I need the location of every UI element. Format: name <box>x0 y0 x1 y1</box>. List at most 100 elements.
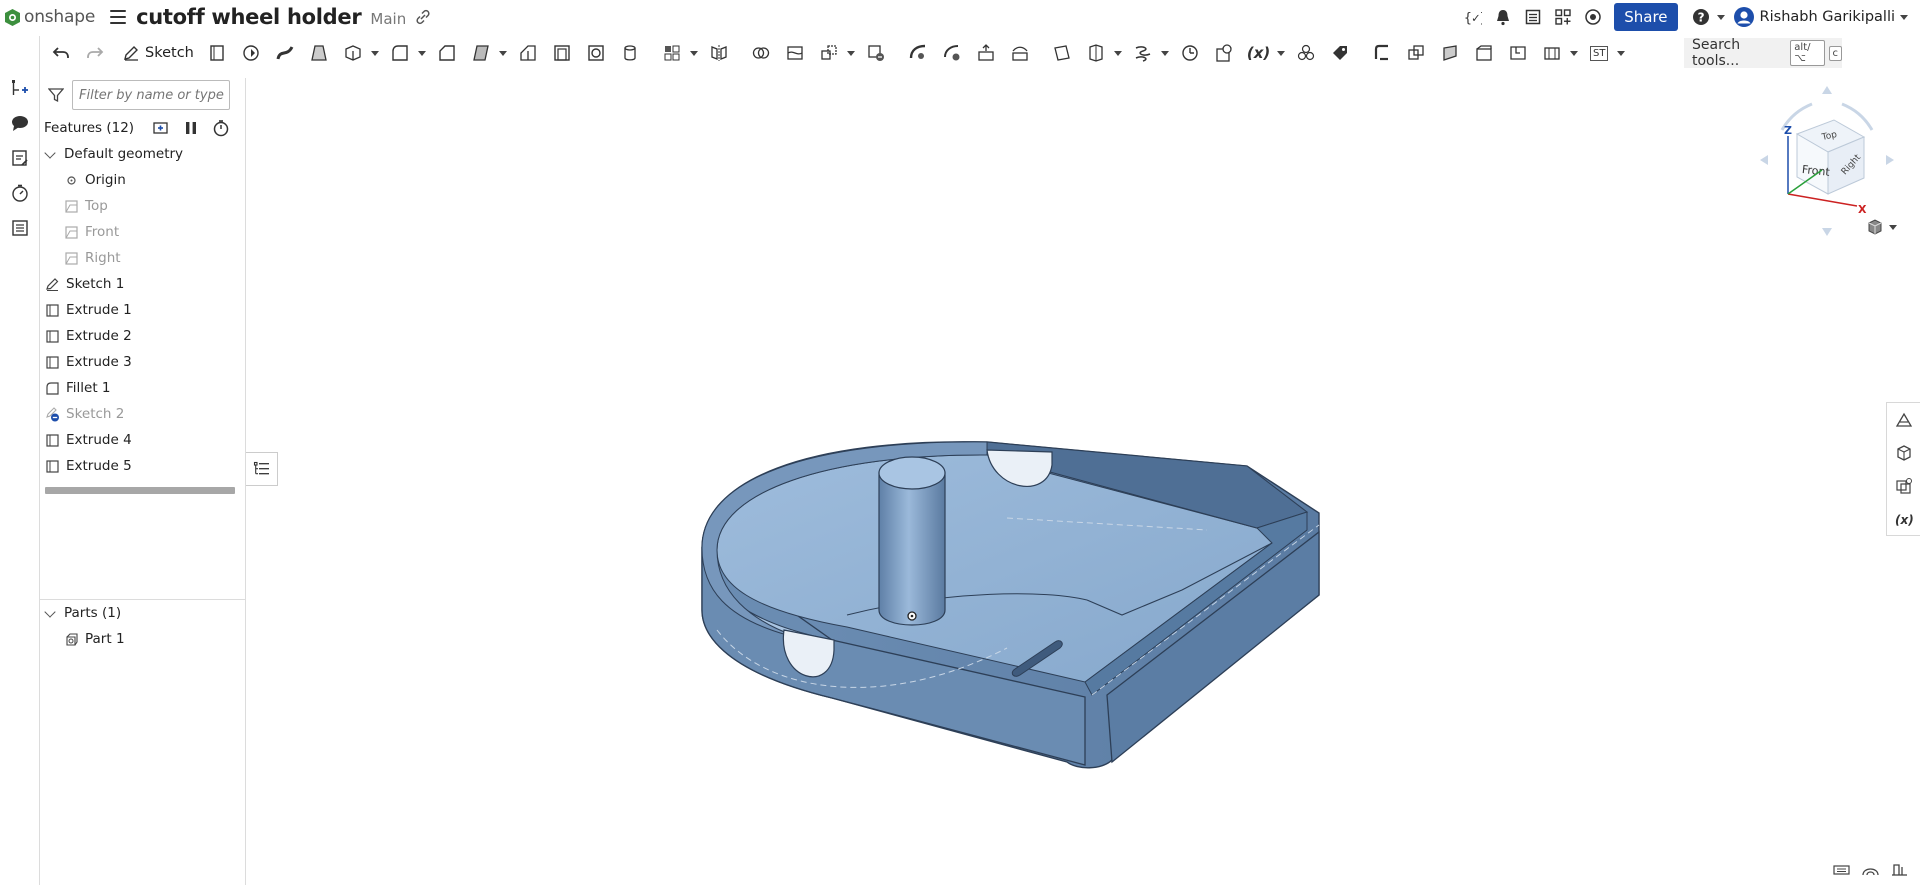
learning-center-icon[interactable] <box>1584 8 1602 26</box>
arrow-up-icon[interactable] <box>1822 86 1832 94</box>
rotate-arrow-icon[interactable] <box>1842 104 1872 130</box>
notes-button[interactable] <box>0 140 40 175</box>
move-face-button[interactable] <box>975 38 997 68</box>
modify-fillet-button[interactable] <box>907 38 929 68</box>
variables-panel-button[interactable]: (x) <box>1887 502 1920 535</box>
shell-button[interactable] <box>551 38 573 68</box>
loft-button[interactable] <box>308 38 330 68</box>
measure-button[interactable] <box>1179 38 1201 68</box>
arrow-right-icon[interactable] <box>1886 155 1894 165</box>
user-menu[interactable]: Rishabh Garikipalli <box>1733 6 1908 28</box>
assign-material-button[interactable] <box>1329 38 1351 68</box>
sheet-metal-button[interactable] <box>1371 38 1393 68</box>
chamfer-button[interactable] <box>436 38 458 68</box>
flat-view-button[interactable] <box>1541 38 1563 68</box>
chevron-down-icon[interactable] <box>690 51 698 56</box>
view-options-menu[interactable] <box>1866 218 1897 236</box>
plane-button[interactable] <box>1051 38 1073 68</box>
filter-input[interactable] <box>72 80 230 110</box>
document-title[interactable]: cutoff wheel holder <box>136 5 361 29</box>
pattern-button[interactable] <box>661 38 683 68</box>
feature-item-extrude-1[interactable]: Extrude 1 <box>40 297 245 323</box>
hem-button[interactable] <box>1439 38 1461 68</box>
share-button[interactable]: Share <box>1614 3 1677 31</box>
chevron-down-icon[interactable] <box>44 606 55 617</box>
boolean-button[interactable] <box>750 38 772 68</box>
chevron-down-icon[interactable] <box>44 147 55 158</box>
chevron-down-icon[interactable] <box>1114 51 1122 56</box>
bend-relief-button[interactable] <box>1507 38 1529 68</box>
redo-button[interactable] <box>84 38 106 68</box>
stopwatch-icon[interactable] <box>212 119 230 137</box>
tab-button[interactable] <box>1473 38 1495 68</box>
sweep-button[interactable] <box>274 38 296 68</box>
feature-item-sketch-2[interactable]: Sketch 2 <box>40 401 245 427</box>
feature-item-fillet-1[interactable]: Fillet 1 <box>40 375 245 401</box>
link-icon[interactable] <box>415 9 431 25</box>
document-details-icon[interactable] <box>1524 8 1542 26</box>
parts-group[interactable]: Parts (1) <box>40 600 246 626</box>
variable-button[interactable]: (x) <box>1247 38 1270 68</box>
delete-face-button[interactable] <box>941 38 963 68</box>
configurations-panel-button[interactable] <box>1887 469 1920 502</box>
chevron-down-icon[interactable] <box>371 51 379 56</box>
add-folder-icon[interactable] <box>152 119 170 137</box>
graphics-viewport[interactable] <box>247 70 1887 885</box>
mass-properties-button[interactable] <box>1887 436 1920 469</box>
insert-part-studio-button[interactable] <box>0 70 40 105</box>
section-view-button[interactable] <box>1213 38 1235 68</box>
sketch-button[interactable]: Sketch <box>122 44 200 62</box>
timer-button[interactable] <box>0 175 40 210</box>
split-button[interactable] <box>784 38 806 68</box>
transform-button[interactable] <box>818 38 840 68</box>
plane-item-right[interactable]: Right <box>40 245 245 271</box>
arrow-down-icon[interactable] <box>1822 228 1832 236</box>
revolve-button[interactable] <box>240 38 262 68</box>
helix-button[interactable] <box>1132 38 1154 68</box>
chevron-down-icon[interactable] <box>499 51 507 56</box>
comments-button[interactable] <box>0 105 40 140</box>
units-icon[interactable] <box>1891 862 1908 877</box>
feature-item-extrude-3[interactable]: Extrude 3 <box>40 349 245 375</box>
cylinder-button[interactable] <box>619 38 641 68</box>
appearance-panel-button[interactable] <box>1887 403 1920 436</box>
fillet-button[interactable] <box>389 38 411 68</box>
render-mode-icon[interactable] <box>1862 862 1879 877</box>
feature-item-sketch-1[interactable]: Sketch 1 <box>40 271 245 297</box>
chevron-down-icon[interactable] <box>418 51 426 56</box>
search-tools-button[interactable]: Search tools... alt/⌥ c <box>1684 38 1842 68</box>
feature-item-extrude-4[interactable]: Extrude 4 <box>40 427 245 453</box>
feature-item-extrude-5[interactable]: Extrude 5 <box>40 453 245 479</box>
feature-studio-icon[interactable]: {✓} <box>1464 8 1482 26</box>
chevron-down-icon[interactable] <box>1161 51 1169 56</box>
feature-item-extrude-2[interactable]: Extrude 2 <box>40 323 245 349</box>
extrude-button[interactable] <box>206 38 228 68</box>
replace-face-button[interactable] <box>1009 38 1031 68</box>
hole-button[interactable] <box>585 38 607 68</box>
chevron-down-icon[interactable] <box>1617 51 1625 56</box>
onshape-logo[interactable]: onshape <box>4 7 95 27</box>
rollback-bar[interactable] <box>45 487 235 494</box>
chevron-down-icon[interactable] <box>1570 51 1578 56</box>
filter-icon[interactable] <box>48 87 64 103</box>
default-geometry-group[interactable]: Default geometry <box>40 141 245 167</box>
configurations-button[interactable] <box>1295 38 1317 68</box>
chevron-down-icon[interactable] <box>847 51 855 56</box>
branch-name[interactable]: Main <box>370 10 406 28</box>
plane-item-front[interactable]: Front <box>40 219 245 245</box>
origin-item[interactable]: Origin <box>40 167 245 193</box>
main-menu-icon[interactable] <box>110 10 126 24</box>
surface-tools-button[interactable]: ST <box>1588 38 1610 68</box>
plane-item-top[interactable]: Top <box>40 193 245 219</box>
keyboard-icon[interactable] <box>1833 862 1850 877</box>
thicken-button[interactable] <box>342 38 364 68</box>
delete-part-button[interactable] <box>865 38 887 68</box>
mate-connector-button[interactable] <box>1085 38 1107 68</box>
part-model[interactable] <box>247 70 1887 885</box>
arrow-left-icon[interactable] <box>1760 155 1768 165</box>
undo-button[interactable] <box>50 38 72 68</box>
rib-button[interactable] <box>517 38 539 68</box>
parts-list-button[interactable] <box>0 210 40 245</box>
pause-icon[interactable] <box>182 119 200 137</box>
part-item[interactable]: Part 1 <box>40 626 246 652</box>
